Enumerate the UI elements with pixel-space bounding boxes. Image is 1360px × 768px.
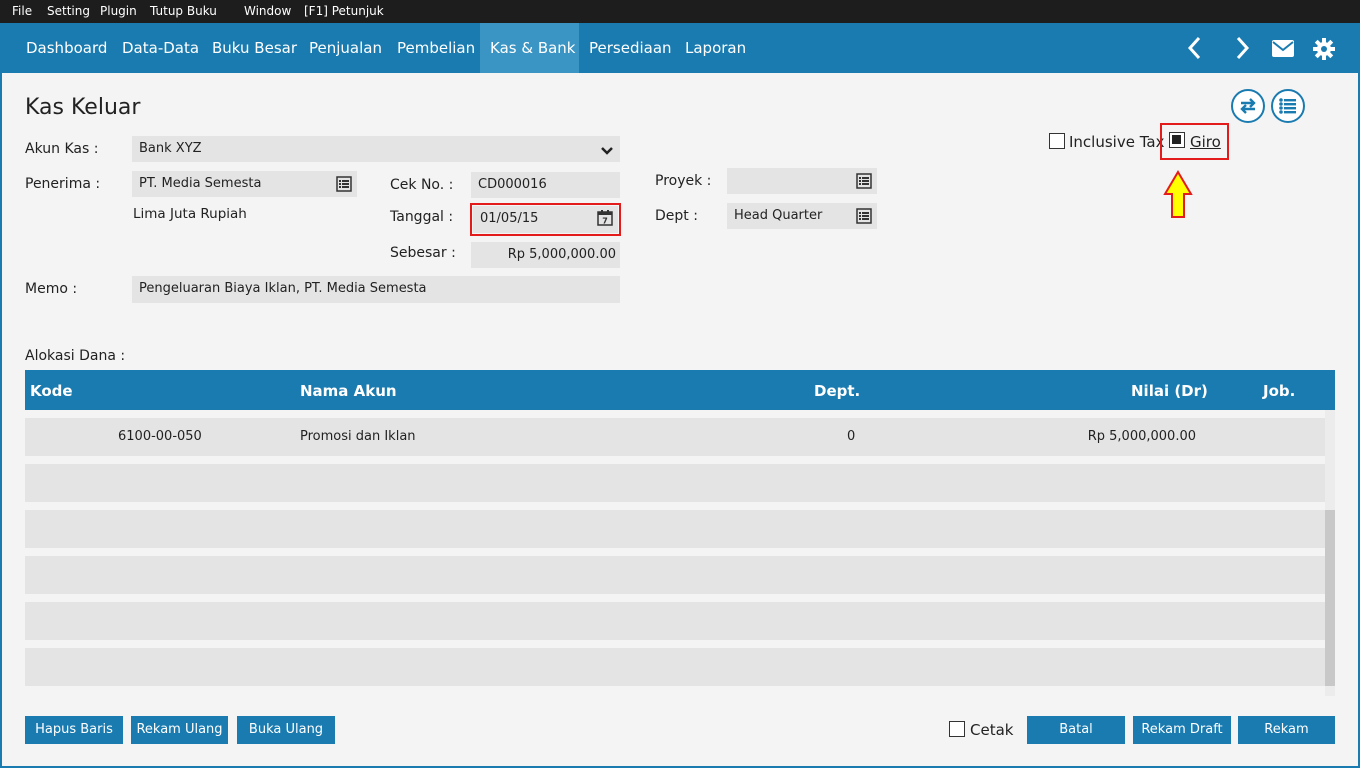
proyek-label: Proyek : — [655, 173, 712, 189]
nav-laporan[interactable]: Laporan — [675, 23, 756, 73]
svg-text:7: 7 — [602, 217, 608, 226]
chevron-down-icon — [601, 147, 613, 155]
lookup-list-icon[interactable] — [856, 208, 872, 224]
main-nav: Dashboard Data-Data Buku Besar Penjualan… — [0, 23, 1360, 73]
col-kode[interactable]: Kode — [30, 382, 73, 400]
nav-buku-besar[interactable]: Buku Besar — [202, 23, 307, 73]
table-row[interactable] — [25, 556, 1325, 594]
sebesar-label: Sebesar : — [390, 245, 456, 261]
arrow-up-annotation-icon — [1163, 170, 1193, 218]
table-row[interactable] — [25, 510, 1325, 548]
tanggal-field[interactable]: 01/05/15 7 — [473, 206, 618, 233]
inclusive-tax-label: Inclusive Tax — [1069, 133, 1165, 151]
col-dept[interactable]: Dept. — [814, 382, 860, 400]
swap-arrows-icon — [1240, 98, 1256, 114]
dept-label: Dept : — [655, 208, 698, 224]
nav-pembelian[interactable]: Pembelian — [387, 23, 485, 73]
inclusive-tax-checkbox[interactable] — [1049, 133, 1065, 149]
nav-data-data[interactable]: Data-Data — [112, 23, 209, 73]
menu-file[interactable]: File — [12, 4, 32, 18]
menu-window[interactable]: Window — [244, 4, 291, 18]
memo-label: Memo : — [25, 281, 78, 297]
sebesar-field[interactable]: Rp 5,000,000.00 — [471, 242, 620, 268]
col-nama-akun[interactable]: Nama Akun — [300, 382, 397, 400]
cell-nama-akun: Promosi dan Iklan — [300, 429, 416, 444]
buka-ulang-button[interactable]: Buka Ulang — [237, 716, 335, 744]
nav-penjualan[interactable]: Penjualan — [299, 23, 392, 73]
grid-header: Kode Nama Akun Dept. Nilai (Dr) Job. — [25, 370, 1335, 410]
menu-setting[interactable]: Setting — [47, 4, 90, 18]
chevron-right-icon[interactable] — [1233, 36, 1251, 64]
lookup-list-icon[interactable] — [856, 173, 872, 189]
nav-dashboard[interactable]: Dashboard — [16, 23, 117, 73]
gear-icon[interactable] — [1313, 38, 1335, 64]
table-row[interactable] — [25, 648, 1325, 686]
menu-tutup-buku[interactable]: Tutup Buku — [150, 4, 217, 18]
cek-no-field[interactable]: CD000016 — [471, 172, 620, 198]
menu-bar: File Setting Plugin Tutup Buku Window [F… — [0, 0, 1360, 23]
table-row[interactable]: 6100-00-050 Promosi dan Iklan 0 Rp 5,000… — [25, 418, 1325, 456]
table-row[interactable] — [25, 464, 1325, 502]
col-nilai[interactable]: Nilai (Dr) — [1131, 382, 1208, 400]
nav-persediaan[interactable]: Persediaan — [579, 23, 682, 73]
rekam-button[interactable]: Rekam — [1238, 716, 1335, 744]
alokasi-dana-label: Alokasi Dana : — [25, 348, 126, 364]
penerima-label: Penerima : — [25, 176, 101, 192]
akun-kas-select[interactable]: Bank XYZ — [132, 136, 620, 162]
list-button[interactable] — [1271, 89, 1305, 123]
cetak-label: Cetak — [970, 721, 1014, 739]
cek-no-label: Cek No. : — [390, 177, 454, 193]
tanggal-label: Tanggal : — [390, 209, 454, 225]
lookup-list-icon[interactable] — [336, 176, 352, 192]
rekam-ulang-button[interactable]: Rekam Ulang — [131, 716, 228, 744]
grid-scrollbar-thumb[interactable] — [1325, 510, 1335, 686]
terbilang-text: Lima Juta Rupiah — [133, 206, 247, 222]
dept-field[interactable]: Head Quarter — [727, 203, 877, 229]
menu-help[interactable]: [F1] Petunjuk — [304, 4, 384, 18]
penerima-field[interactable]: PT. Media Semesta — [132, 171, 357, 197]
hapus-baris-button[interactable]: Hapus Baris — [25, 716, 123, 744]
giro-label: Giro — [1190, 133, 1221, 151]
dept-value: Head Quarter — [734, 208, 823, 223]
proyek-field[interactable] — [727, 168, 877, 194]
col-job[interactable]: Job. — [1263, 382, 1295, 400]
akun-kas-value: Bank XYZ — [139, 141, 202, 156]
envelope-icon[interactable] — [1272, 40, 1294, 61]
cell-nilai: Rp 5,000,000.00 — [1087, 429, 1196, 444]
calendar-icon[interactable]: 7 — [597, 210, 613, 226]
tanggal-value: 01/05/15 — [480, 211, 539, 226]
akun-kas-label: Akun Kas : — [25, 141, 99, 157]
chevron-left-icon[interactable] — [1186, 36, 1204, 64]
cetak-checkbox[interactable] — [949, 721, 965, 737]
memo-field[interactable]: Pengeluaran Biaya Iklan, PT. Media Semes… — [132, 276, 620, 303]
cell-kode: 6100-00-050 — [118, 429, 202, 444]
giro-checkbox[interactable] — [1169, 132, 1185, 148]
list-icon — [1279, 98, 1296, 114]
penerima-value: PT. Media Semesta — [139, 176, 262, 191]
page-title: Kas Keluar — [25, 95, 141, 120]
batal-button[interactable]: Batal — [1027, 716, 1125, 744]
rekam-draft-button[interactable]: Rekam Draft — [1133, 716, 1231, 744]
table-row[interactable] — [25, 602, 1325, 640]
window-border-left — [0, 73, 2, 768]
transfer-button[interactable] — [1231, 89, 1265, 123]
cell-dept: 0 — [847, 429, 856, 444]
menu-plugin[interactable]: Plugin — [100, 4, 137, 18]
nav-kas-bank[interactable]: Kas & Bank — [480, 23, 579, 73]
